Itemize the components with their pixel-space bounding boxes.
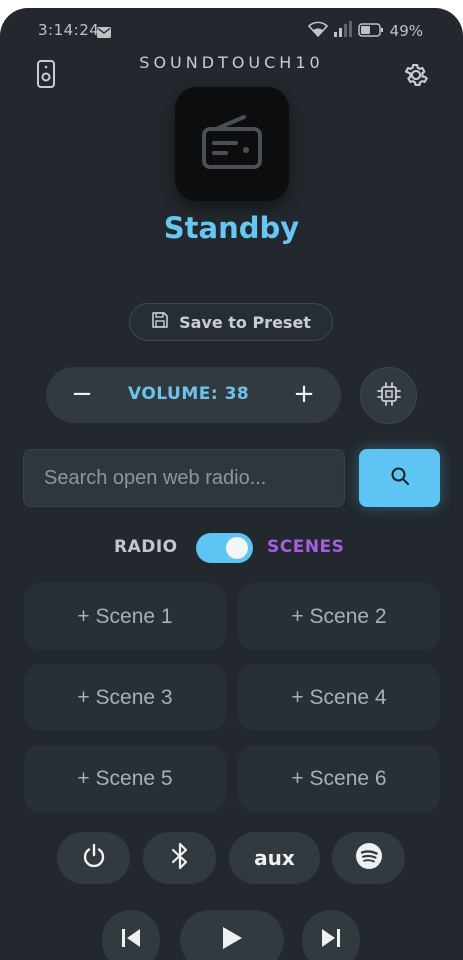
album-art	[175, 87, 289, 201]
play-icon	[220, 925, 244, 955]
status-time: 3:14:24	[38, 21, 100, 39]
previous-track-button[interactable]	[102, 910, 160, 960]
save-icon	[151, 311, 169, 333]
bluetooth-icon	[171, 842, 189, 874]
volume-control: − VOLUME: 38 +	[46, 367, 341, 423]
search-icon	[390, 466, 410, 490]
mode-scenes-label[interactable]: SCENES	[267, 537, 344, 557]
battery-icon	[357, 22, 384, 41]
device-chip-button[interactable]	[360, 367, 417, 424]
mode-toggle[interactable]	[196, 533, 253, 563]
search-button[interactable]	[359, 449, 440, 507]
radio-icon	[202, 115, 262, 173]
power-icon	[81, 843, 107, 873]
volume-up-button[interactable]: +	[288, 378, 320, 410]
aux-button[interactable]: aux	[229, 832, 320, 884]
scene-button-3[interactable]: + Scene 3	[24, 664, 226, 731]
gear-icon[interactable]	[402, 61, 430, 93]
status-bar: 3:14:24 49%	[0, 8, 463, 48]
mode-radio-label[interactable]: RADIO	[114, 537, 178, 557]
search-input[interactable]	[23, 449, 345, 507]
mode-toggle-knob	[226, 537, 248, 559]
volume-label: VOLUME: 38	[128, 384, 250, 404]
volume-down-button[interactable]: −	[66, 378, 98, 410]
scene-button-1[interactable]: + Scene 1	[24, 583, 226, 650]
scene-button-2[interactable]: + Scene 2	[238, 583, 440, 650]
save-to-preset-label: Save to Preset	[179, 312, 311, 332]
skip-previous-icon	[120, 927, 142, 953]
bluetooth-button[interactable]	[143, 832, 216, 884]
save-to-preset-button[interactable]: Save to Preset	[129, 303, 333, 341]
chip-icon	[376, 381, 402, 411]
skip-next-icon	[320, 927, 342, 953]
battery-percent: 49%	[389, 22, 423, 40]
scene-button-6[interactable]: + Scene 6	[238, 745, 440, 812]
player-state: Standby	[163, 211, 300, 245]
signal-icon	[333, 21, 352, 41]
device-title: SOUNDTOUCH10	[139, 53, 324, 72]
wifi-icon	[307, 21, 328, 41]
next-track-button[interactable]	[302, 910, 360, 960]
power-button[interactable]	[57, 832, 130, 884]
scene-button-4[interactable]: + Scene 4	[238, 664, 440, 731]
mail-icon	[97, 23, 111, 42]
scene-button-5[interactable]: + Scene 5	[24, 745, 226, 812]
spotify-button[interactable]	[332, 832, 405, 884]
aux-label: aux	[254, 846, 295, 870]
app-screen: 3:14:24 49% SOUNDTOUCH10 Standby Save to…	[0, 8, 463, 960]
spotify-icon	[355, 842, 383, 874]
status-icons: 49%	[307, 21, 423, 41]
play-button[interactable]	[180, 910, 284, 960]
